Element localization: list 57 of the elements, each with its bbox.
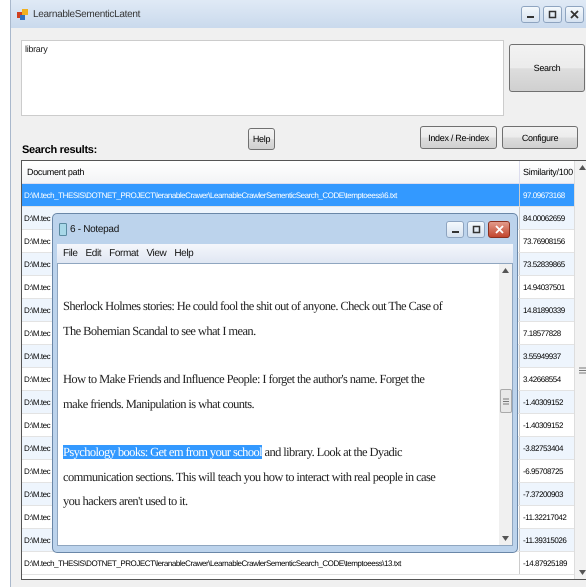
menu-item[interactable]: Format: [106, 248, 142, 259]
column-header-label: Similarity/100: [523, 167, 573, 177]
similarity-cell-text: 73.52839865: [522, 258, 566, 270]
similarity-cell-text: 97.09673168: [522, 190, 566, 202]
grip-icon: [578, 366, 586, 374]
menu-item[interactable]: File: [60, 248, 81, 259]
minimize-button[interactable]: [521, 6, 540, 22]
scroll-up-icon: [579, 165, 586, 170]
similarity-cell-text: 84.00062659: [522, 212, 566, 224]
similarity-cell-text: -1.40309152: [522, 396, 564, 408]
column-header[interactable]: Similarity/100: [520, 161, 574, 183]
similarity-cell-text: -14.87925189: [522, 558, 568, 570]
notepad-icon: [59, 222, 67, 236]
window-title: LearnableSementicLatent: [33, 8, 142, 20]
similarity-cell-text: 7.18577828: [522, 328, 562, 340]
similarity-cell-text: 14.81890339: [522, 304, 566, 316]
results-label: Search results:: [22, 144, 98, 156]
query-field[interactable]: library: [21, 40, 504, 116]
help-button[interactable]: Help: [248, 128, 275, 150]
similarity-cell-text: 73.76908156: [522, 236, 566, 248]
close-button[interactable]: [488, 220, 510, 238]
path-cell: D:\M.tech_THESIS\DOTNET_PROJECT\leranableCrawer\LearnableCrawlerSementicSearch_CODE\temptoeess\6.txt: [22, 184, 520, 206]
similarity-cell-text: 3.42668554: [522, 374, 562, 386]
minimize-icon: [527, 16, 534, 18]
reindex-button[interactable]: Index / Re-index: [420, 126, 497, 149]
similarity-cell-text: -11.39315026: [522, 534, 568, 546]
scrollbar[interactable]: [499, 264, 512, 545]
text-editor[interactable]: [57, 263, 513, 546]
menu-item[interactable]: Edit: [82, 248, 104, 259]
scroll-thumb[interactable]: [500, 389, 512, 413]
similarity-cell-text: -11.32217042: [522, 512, 568, 524]
app-icon: [17, 8, 29, 20]
similarity-cell-text: -7.37200903: [522, 488, 564, 500]
configure-button[interactable]: Configure: [502, 126, 578, 149]
menu-item[interactable]: Help: [171, 248, 196, 259]
maximize-button[interactable]: [467, 220, 485, 238]
close-icon: [494, 224, 504, 234]
scrollbar[interactable]: [574, 161, 586, 579]
scroll-down-icon: [502, 536, 509, 541]
minimize-icon: [452, 230, 458, 232]
similarity-cell-text: 3.55949937: [522, 350, 562, 362]
close-button[interactable]: [565, 6, 584, 22]
column-header[interactable]: Document path: [22, 161, 520, 183]
maximize-button[interactable]: [543, 6, 562, 22]
maximize-icon: [548, 10, 557, 18]
minimize-button[interactable]: [446, 220, 464, 238]
scroll-up-icon: [502, 268, 509, 273]
scroll-down-icon: [579, 570, 586, 575]
menu-item[interactable]: View: [143, 248, 170, 259]
close-icon: [570, 10, 579, 18]
maximize-icon: [472, 224, 480, 234]
grip-icon: [502, 398, 510, 404]
search-button[interactable]: Search: [509, 44, 585, 92]
similarity-cell-text: 14.94037501: [522, 282, 566, 294]
similarity-cell-text: -6.95708725: [522, 466, 564, 478]
similarity-cell-text: -3.82753404: [522, 442, 564, 454]
similarity-cell-text: -1.40309152: [522, 420, 564, 432]
